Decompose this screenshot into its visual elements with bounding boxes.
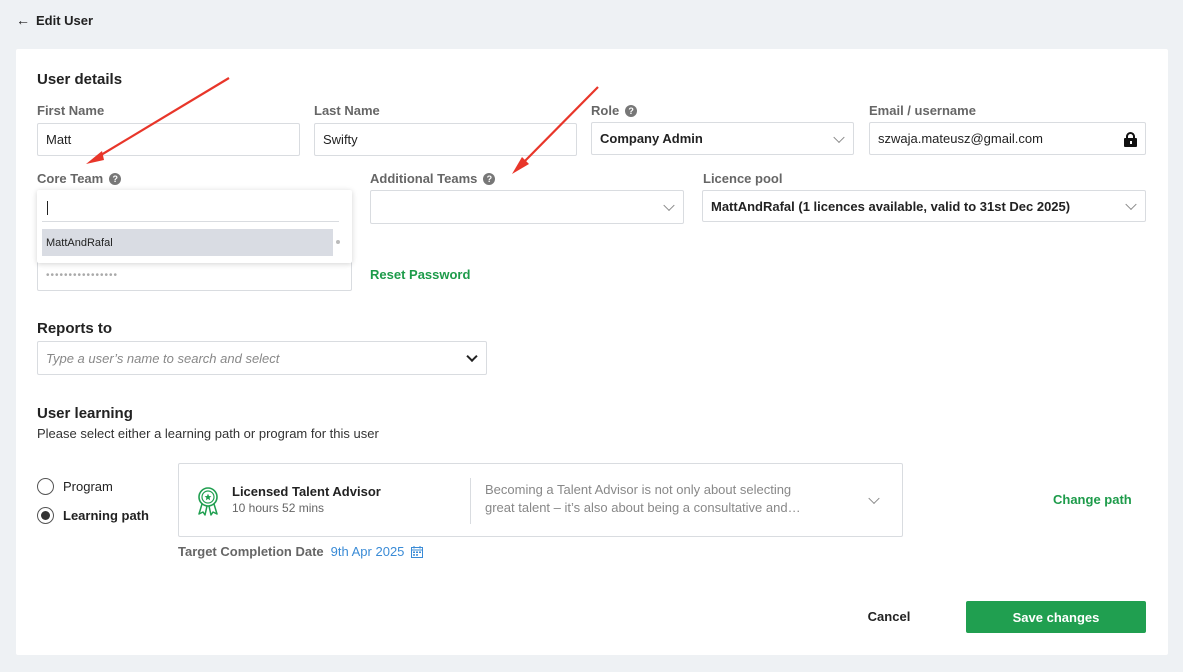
help-icon[interactable]: ? [483, 172, 496, 185]
email-field[interactable]: szwaja.mateusz@gmail.com [869, 122, 1146, 155]
radio-program[interactable]: Program [37, 478, 113, 495]
chevron-down-icon [833, 131, 845, 143]
chevron-down-icon [1125, 198, 1137, 211]
edit-user-card: User details First Name Last Name Role? … [16, 49, 1168, 655]
licence-pool-select[interactable]: MattAndRafal (1 licences available, vali… [702, 190, 1146, 222]
radio-learning-path-label: Learning path [63, 508, 149, 523]
password-field[interactable]: •••••••••••••••• [37, 259, 352, 291]
lock-icon [1124, 132, 1137, 147]
core-team-label: Core Team? [37, 171, 122, 186]
award-ribbon-icon [198, 487, 218, 516]
reports-to-placeholder: Type a user’s name to search and select [46, 350, 280, 366]
cancel-button[interactable]: Cancel [846, 601, 932, 631]
reset-password-link[interactable]: Reset Password [370, 267, 470, 282]
licence-pool-label: Licence pool [703, 171, 783, 186]
back-link[interactable]: ← Edit User [16, 11, 93, 29]
first-name-input[interactable]: Matt [37, 123, 300, 156]
change-path-link[interactable]: Change path [1053, 492, 1132, 507]
radio-learning-path[interactable]: Learning path [37, 507, 149, 524]
divider [470, 478, 471, 524]
radio-button[interactable] [37, 478, 54, 495]
chevron-down-icon [663, 199, 675, 212]
radio-program-label: Program [63, 479, 113, 494]
user-details-title: User details [37, 71, 123, 88]
path-description: Becoming a Talent Advisor is not only ab… [485, 481, 845, 517]
email-label: Email / username [869, 103, 976, 118]
role-value: Company Admin [600, 131, 703, 146]
path-description-line: Becoming a Talent Advisor is not only ab… [485, 482, 792, 497]
learning-path-card[interactable]: Licensed Talent Advisor 10 hours 52 mins… [178, 463, 903, 537]
licence-pool-value: MattAndRafal (1 licences available, vali… [711, 198, 1071, 214]
user-learning-title: User learning [37, 405, 133, 422]
help-icon[interactable]: ? [625, 104, 638, 117]
path-name: Licensed Talent Advisor [232, 484, 381, 499]
additional-teams-label: Additional Teams? [370, 171, 496, 186]
core-team-search-input[interactable] [42, 194, 339, 222]
chevron-down-icon[interactable] [868, 492, 880, 505]
help-icon[interactable]: ? [109, 172, 122, 185]
core-team-option[interactable]: MattAndRafal [42, 229, 333, 256]
path-duration: 10 hours 52 mins [232, 501, 325, 515]
target-completion-date[interactable]: 9th Apr 2025 [331, 544, 405, 559]
scrollbar[interactable] [336, 240, 340, 244]
additional-teams-select[interactable] [370, 190, 684, 224]
last-name-label: Last Name [314, 103, 380, 118]
reports-to-input[interactable]: Type a user’s name to search and select [37, 341, 487, 375]
target-completion: Target Completion Date 9th Apr 2025 [178, 544, 424, 559]
last-name-value: Swifty [323, 132, 358, 147]
target-completion-label: Target Completion Date [178, 544, 324, 559]
password-value: •••••••••••••••• [46, 269, 119, 281]
reports-to-title: Reports to [37, 320, 112, 337]
calendar-icon[interactable] [411, 545, 424, 558]
first-name-value: Matt [46, 132, 72, 147]
save-changes-button[interactable]: Save changes [966, 601, 1146, 633]
page-title: Edit User [36, 12, 94, 28]
core-team-dropdown[interactable]: MattAndRafal [37, 190, 352, 263]
arrow-left-icon: ← [16, 12, 30, 28]
chevron-down-icon [466, 350, 478, 363]
last-name-input[interactable]: Swifty [314, 123, 577, 156]
radio-button[interactable] [37, 507, 54, 524]
email-value: szwaja.mateusz@gmail.com [878, 131, 1043, 146]
path-description-line: great talent – it’s also about being a c… [485, 500, 801, 515]
role-label: Role? [591, 103, 638, 118]
text-cursor [47, 201, 48, 215]
user-learning-subtitle: Please select either a learning path or … [37, 426, 379, 441]
role-select[interactable]: Company Admin [591, 122, 854, 155]
first-name-label: First Name [37, 103, 105, 118]
